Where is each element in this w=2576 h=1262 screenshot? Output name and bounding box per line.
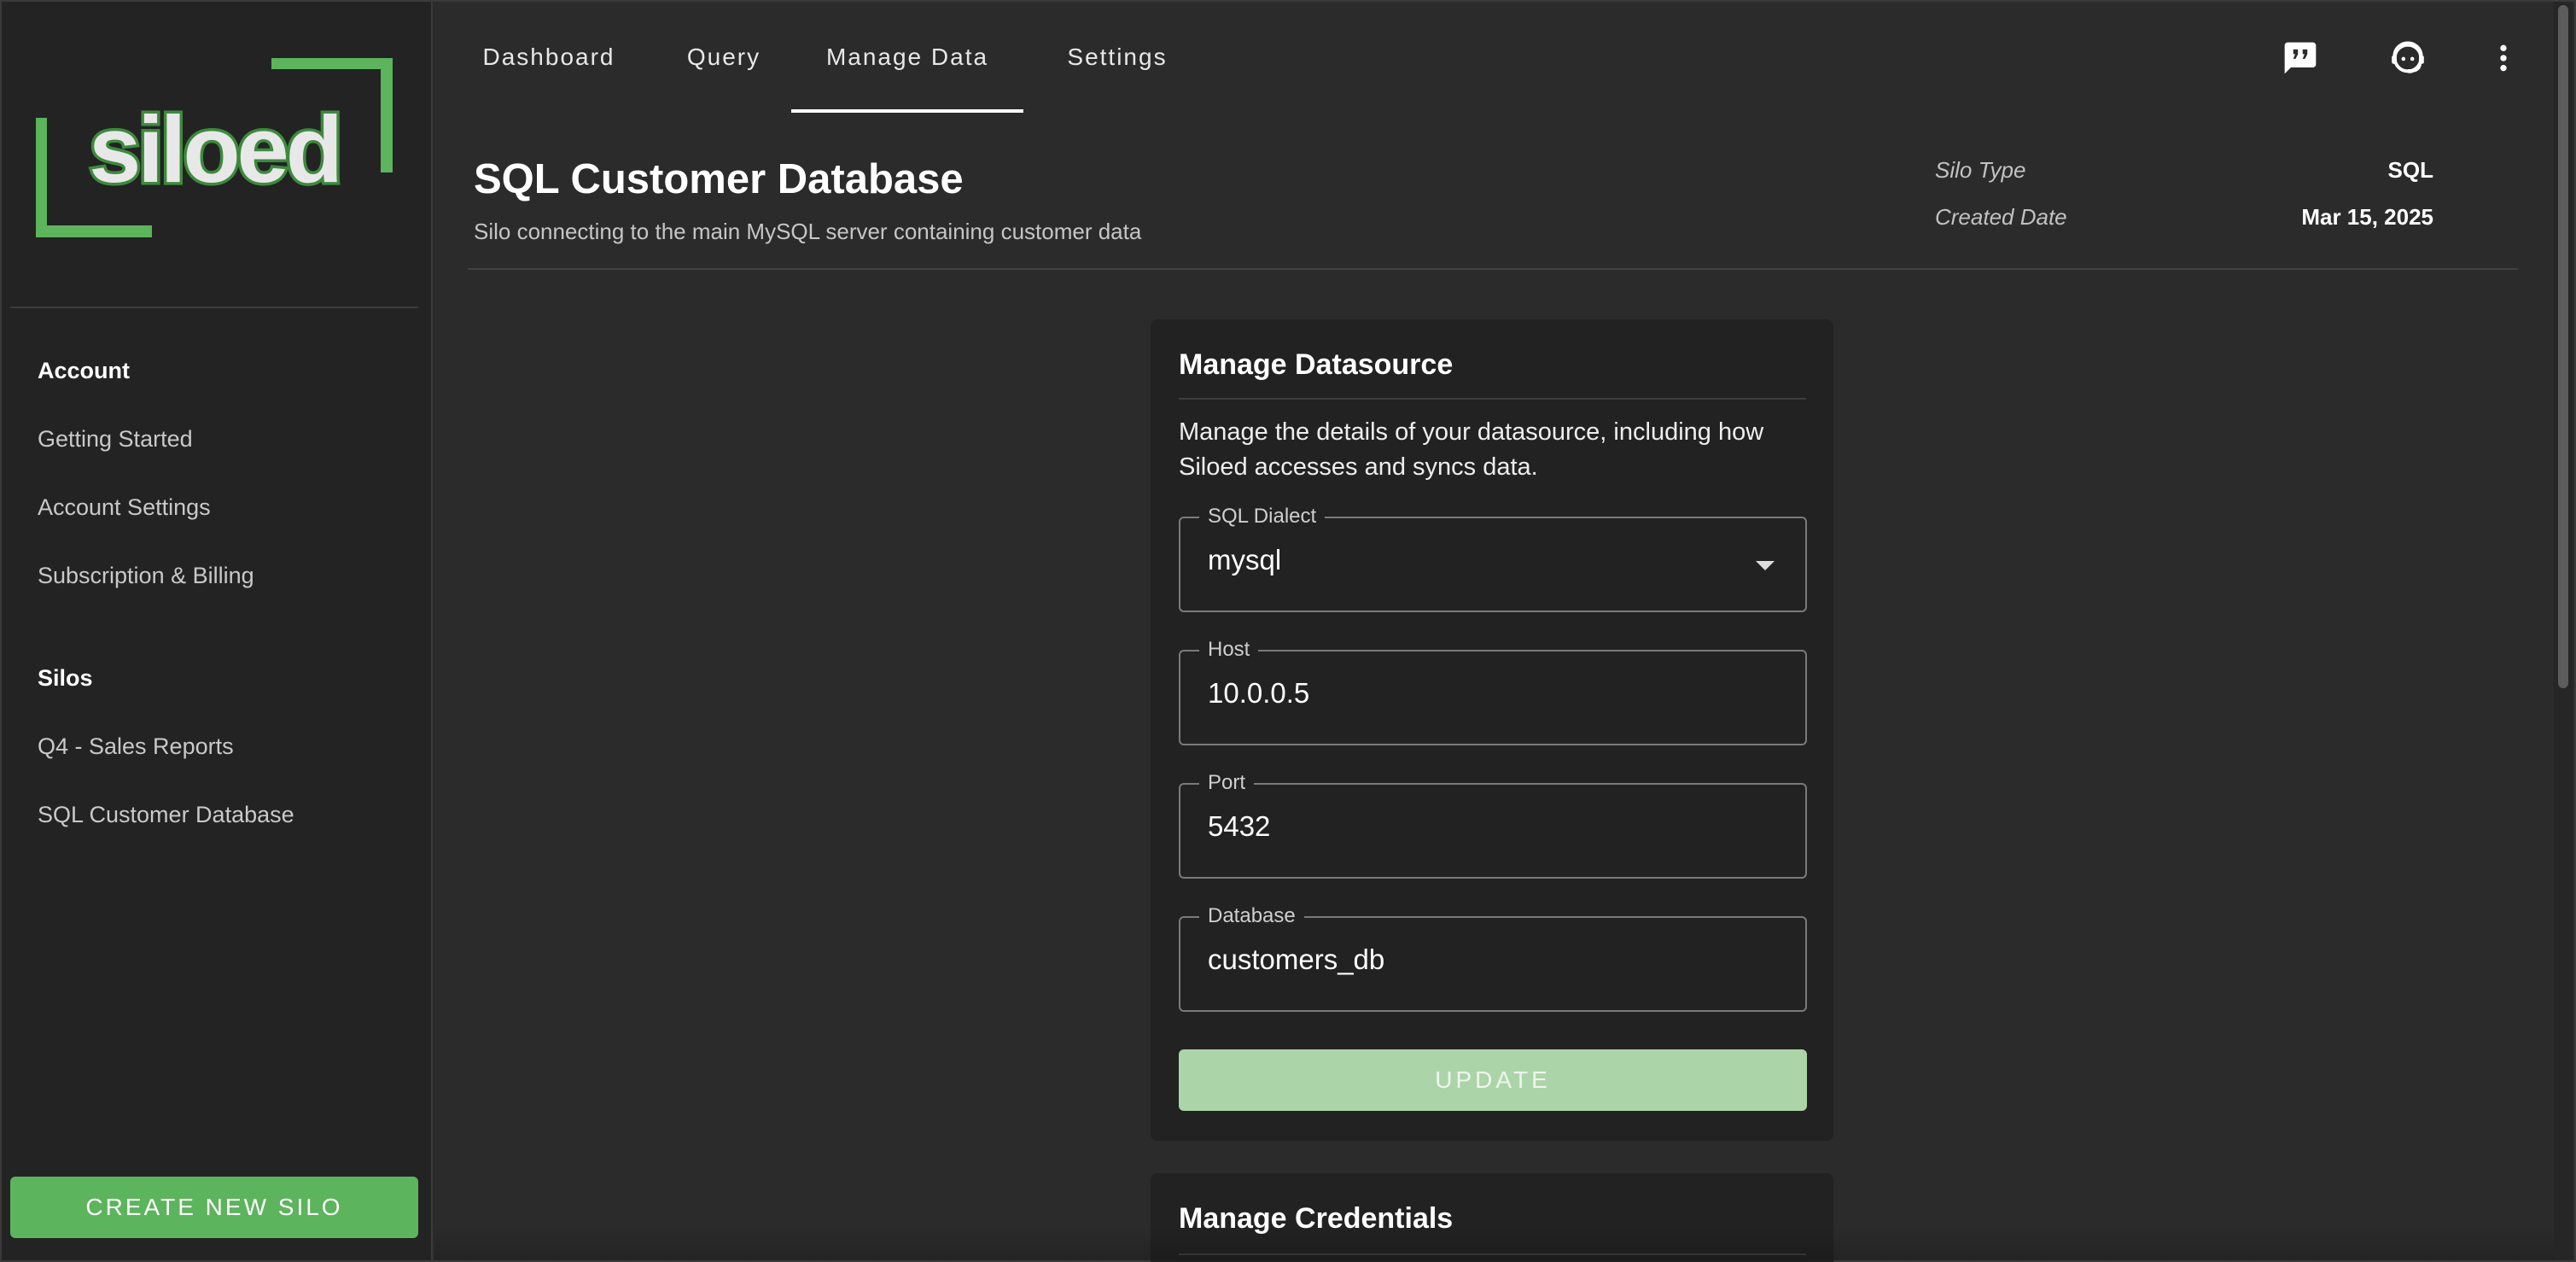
sql-dialect-select[interactable]: SQL Dialect mysql xyxy=(1179,505,1807,612)
logo-graphic: siloed xyxy=(35,57,393,237)
tab-dashboard[interactable]: Dashboard xyxy=(455,2,643,113)
card-description: Manage the details of your datasource, i… xyxy=(1179,418,1764,481)
database-label: Database xyxy=(1199,905,1304,927)
sidebar-item-subscription-billing[interactable]: Subscription & Billing xyxy=(38,563,254,589)
card-divider xyxy=(1179,398,1806,400)
sql-dialect-label: SQL Dialect xyxy=(1199,505,1326,528)
siloed-logo[interactable]: siloed xyxy=(35,57,393,237)
credentials-card-divider xyxy=(1179,1253,1806,1255)
port-input[interactable] xyxy=(1208,810,1737,843)
host-field[interactable]: Host xyxy=(1179,639,1807,745)
credentials-card-title: Manage Credentials xyxy=(1179,1202,1454,1235)
account-heading: Account xyxy=(38,358,130,383)
manage-credentials-card: Manage Credentials xyxy=(1151,1173,1833,1262)
database-field[interactable]: Database xyxy=(1179,905,1807,1012)
port-field[interactable]: Port xyxy=(1179,772,1807,879)
sql-dialect-value: mysql xyxy=(1208,544,1282,575)
tab-query[interactable]: Query xyxy=(660,2,788,113)
host-label: Host xyxy=(1199,639,1259,661)
feedback-icon[interactable] xyxy=(2276,34,2324,82)
create-new-silo-button[interactable]: CREATE NEW SILO xyxy=(10,1177,418,1238)
tab-manage-data[interactable]: Manage Data xyxy=(791,2,1023,113)
sidebar-divider xyxy=(10,307,418,308)
page-subtitle: Silo connecting to the main MySQL server… xyxy=(474,219,1142,244)
page-title: SQL Customer Database xyxy=(474,156,964,202)
card-title: Manage Datasource xyxy=(1179,348,1454,381)
more-vert-icon[interactable] xyxy=(2480,34,2527,82)
host-input[interactable] xyxy=(1208,677,1737,710)
app-window: siloed Account Getting Started Account S… xyxy=(0,0,2576,1262)
scrollbar-thumb[interactable] xyxy=(2558,5,2568,688)
scrollbar[interactable] xyxy=(2554,2,2573,1260)
port-label: Port xyxy=(1199,772,1255,794)
created-date-label: Created Date xyxy=(1935,204,2067,230)
chevron-down-icon[interactable] xyxy=(1756,561,1775,570)
manage-datasource-card: Manage Datasource Manage the details of … xyxy=(1151,319,1833,1141)
database-input[interactable] xyxy=(1208,944,1737,976)
support-agent-icon[interactable] xyxy=(2384,34,2432,82)
sidebar-item-getting-started[interactable]: Getting Started xyxy=(38,426,193,453)
created-date-value: Mar 15, 2025 xyxy=(2301,204,2433,230)
silos-heading: Silos xyxy=(38,665,93,691)
sidebar-item-q4-sales-reports[interactable]: Q4 - Sales Reports xyxy=(38,733,234,760)
sidebar: siloed Account Getting Started Account S… xyxy=(2,2,433,1260)
sidebar-item-account-settings[interactable]: Account Settings xyxy=(38,494,211,521)
header-divider xyxy=(468,268,2518,270)
silo-type-value: SQL xyxy=(2387,157,2433,183)
tab-settings[interactable]: Settings xyxy=(1032,2,1203,113)
update-button[interactable]: UPDATE xyxy=(1179,1049,1807,1111)
silo-type-label: Silo Type xyxy=(1935,157,2026,183)
sidebar-item-sql-customer-database[interactable]: SQL Customer Database xyxy=(38,802,294,828)
logo-text: siloed xyxy=(89,97,340,202)
